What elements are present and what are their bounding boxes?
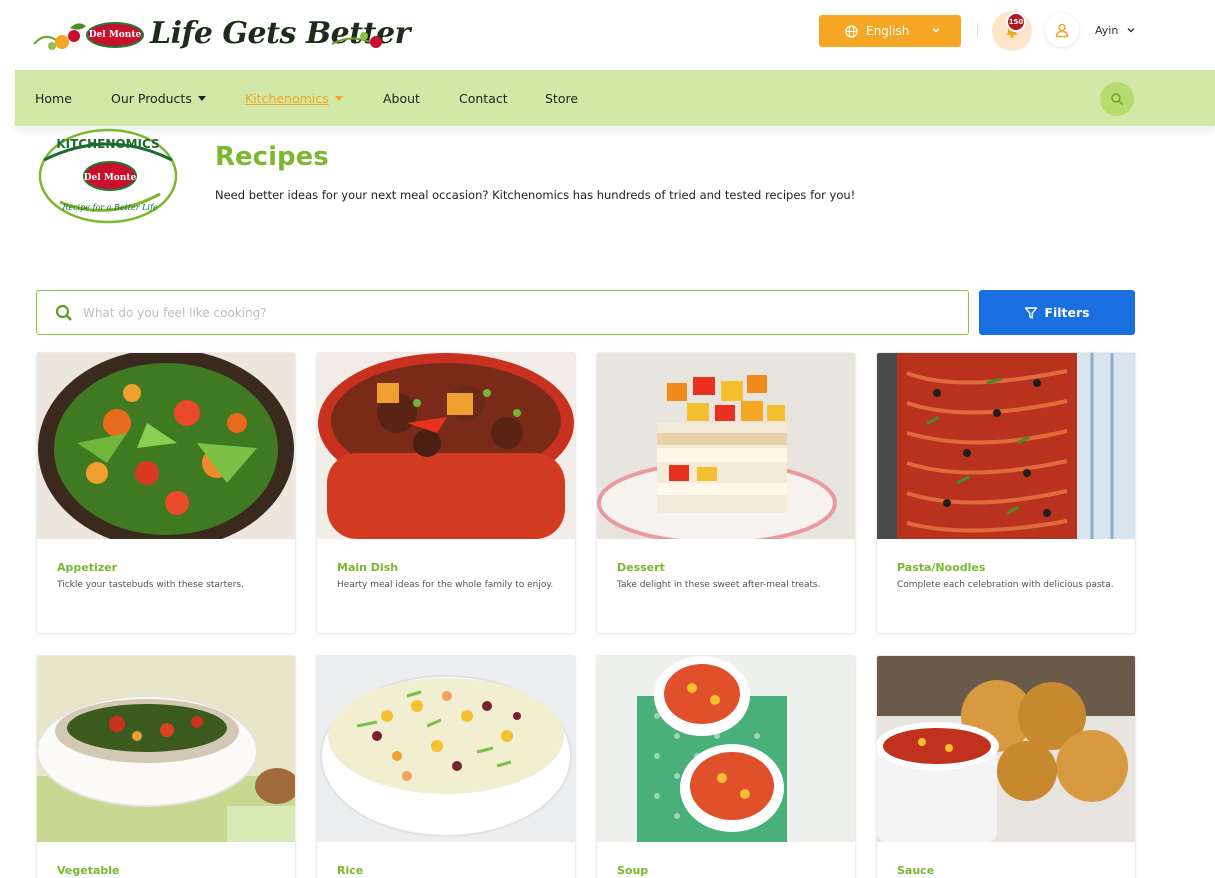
category-title: Rice xyxy=(337,864,364,877)
page-description: Need better ideas for your next meal occ… xyxy=(215,188,856,202)
user-avatar-button[interactable] xyxy=(1045,13,1079,47)
category-description: Take delight in these sweet after-meal t… xyxy=(617,580,821,590)
category-title: Dessert xyxy=(617,561,665,574)
category-card-dessert[interactable]: Dessert Take delight in these sweet afte… xyxy=(596,352,856,634)
page-title: Recipes xyxy=(215,142,329,172)
chevron-down-icon[interactable] xyxy=(1126,25,1136,35)
category-card-pasta-noodles[interactable]: Pasta/Noodles Complete each celebration … xyxy=(876,352,1136,634)
nav-search-button[interactable] xyxy=(1100,82,1134,116)
recipe-search-input[interactable] xyxy=(83,305,933,320)
main-navigation: Home Our Products Kitchenomics About Con… xyxy=(15,70,1215,126)
dessert-image xyxy=(597,353,855,539)
category-card-soup[interactable]: Soup xyxy=(596,655,856,878)
kitchenomics-badge: KITCHENOMICS Del Monte Recipe for a Bett… xyxy=(30,118,190,228)
category-title: Soup xyxy=(617,864,649,877)
soup-image xyxy=(597,656,855,842)
fruit-decoration-icon xyxy=(33,23,86,50)
del-monte-logo: Del Monte xyxy=(86,22,144,48)
notification-count-badge: 150 xyxy=(1006,12,1026,32)
nav-item-store[interactable]: Store xyxy=(545,91,578,106)
category-title: Pasta/Noodles xyxy=(897,561,986,574)
category-description: Hearty meal ideas for the whole family t… xyxy=(337,580,554,590)
category-title: Appetizer xyxy=(57,561,118,574)
category-description: Complete each celebration with delicious… xyxy=(897,580,1114,590)
vegetable-image xyxy=(37,656,295,842)
nav-item-kitchenomics[interactable]: Kitchenomics xyxy=(245,91,343,106)
caret-down-icon xyxy=(334,96,343,101)
category-card-appetizer[interactable]: Appetizer Tickle your tastebuds with the… xyxy=(36,352,296,634)
nav-item-home[interactable]: Home xyxy=(35,91,72,106)
category-title: Main Dish xyxy=(337,561,399,574)
category-card-rice[interactable]: Rice xyxy=(316,655,576,878)
language-selector[interactable]: English xyxy=(819,15,961,47)
search-icon xyxy=(1111,93,1124,106)
site-logo[interactable]: Del Monte Life Gets Better xyxy=(30,10,410,58)
user-name[interactable]: Ayin xyxy=(1095,24,1118,37)
user-icon xyxy=(1055,23,1069,38)
category-description: Tickle your tastebuds with these starter… xyxy=(57,580,244,590)
category-title: Sauce xyxy=(897,864,935,877)
category-card-vegetable[interactable]: Vegetable xyxy=(36,655,296,878)
filter-icon xyxy=(1025,306,1038,319)
badge-top-text: KITCHENOMICS xyxy=(56,137,159,151)
top-bar: Del Monte Life Gets Better English 150 A… xyxy=(0,0,1215,68)
category-title: Vegetable xyxy=(57,864,120,877)
badge-brand-text: Del Monte xyxy=(84,173,137,183)
globe-icon xyxy=(845,24,858,38)
sauce-image xyxy=(877,656,1135,842)
nav-item-contact[interactable]: Contact xyxy=(459,91,508,106)
language-label: English xyxy=(866,24,910,38)
recipe-search-box xyxy=(36,290,969,335)
category-card-sauce[interactable]: Sauce xyxy=(876,655,1136,878)
search-icon xyxy=(55,304,72,321)
filters-button[interactable]: Filters xyxy=(979,290,1135,335)
nav-item-about[interactable]: About xyxy=(383,91,420,106)
rice-image xyxy=(317,656,575,842)
category-card-main-dish[interactable]: Main Dish Hearty meal ideas for the whol… xyxy=(316,352,576,634)
main-dish-image xyxy=(317,353,575,539)
chevron-down-icon xyxy=(932,28,940,33)
caret-down-icon xyxy=(197,96,206,101)
nav-item-our-products[interactable]: Our Products xyxy=(111,91,206,106)
header-divider xyxy=(977,23,978,37)
pasta-noodles-image xyxy=(877,353,1135,539)
vegetable-decoration-icon xyxy=(331,32,382,48)
badge-bottom-text: Recipe for a Better Life xyxy=(61,203,158,212)
filters-label: Filters xyxy=(1044,305,1090,320)
appetizer-image xyxy=(37,353,295,539)
